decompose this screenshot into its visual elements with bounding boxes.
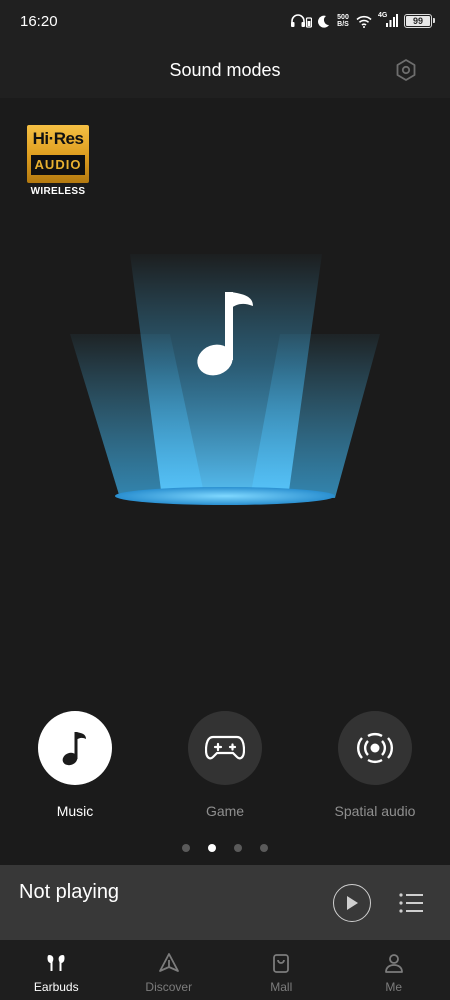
nav-earbuds[interactable]: Earbuds — [0, 940, 113, 1000]
wifi-icon — [356, 15, 372, 28]
nav-mall[interactable]: Mall — [225, 940, 338, 1000]
discover-icon — [158, 953, 179, 972]
playlist-icon — [399, 893, 423, 913]
nav-discover[interactable]: Discover — [113, 940, 226, 1000]
main-content: Hi·Res AUDIO WIRELESS Music Game Spatial… — [0, 98, 450, 865]
battery-level-text: 99 — [412, 16, 423, 26]
header: Sound modes — [0, 42, 450, 98]
headphone-battery-icon — [291, 14, 312, 28]
page-dot[interactable] — [234, 844, 242, 852]
hexagon-settings-icon — [396, 59, 416, 81]
person-icon — [384, 954, 403, 973]
gamepad-icon — [205, 735, 245, 760]
mode-selector: Music Game Spatial audio — [0, 711, 450, 831]
player-status: Not playing — [19, 881, 120, 903]
page-dot[interactable] — [182, 844, 190, 852]
settings-button[interactable] — [394, 58, 418, 82]
battery-icon: 99 — [404, 14, 435, 28]
mode-spatial-audio[interactable]: Spatial audio — [300, 711, 450, 819]
spatial-audio-icon — [357, 733, 393, 763]
signal-icon: 4G — [378, 12, 398, 28]
hires-badge-box: Hi·Res AUDIO — [27, 125, 89, 183]
nav-me[interactable]: Me — [338, 940, 450, 1000]
play-icon — [347, 896, 358, 910]
mode-music-label: Music — [56, 803, 94, 819]
page-dot-active[interactable] — [208, 844, 216, 852]
mode-music[interactable]: Music — [0, 711, 150, 819]
page-indicator — [0, 844, 450, 852]
nav-earbuds-label: Earbuds — [33, 980, 79, 994]
page-dot[interactable] — [260, 844, 268, 852]
mode-spatial-audio-label: Spatial audio — [334, 803, 416, 819]
mode-game[interactable]: Game — [150, 711, 300, 819]
net-speed: 500 B/S — [337, 14, 349, 28]
mini-player[interactable]: Not playing — [0, 865, 450, 940]
nav-mall-label: Mall — [270, 980, 293, 994]
hires-badge-line2: AUDIO — [31, 155, 85, 175]
page-title: Sound modes — [169, 60, 281, 80]
nav-me-label: Me — [385, 980, 403, 994]
hires-badge-line1: Hi·Res — [32, 129, 84, 148]
sound-mode-illustration — [70, 254, 380, 505]
mode-game-label: Game — [205, 803, 245, 819]
mode-spatial-audio-button[interactable] — [338, 711, 412, 785]
playlist-button[interactable] — [398, 890, 424, 916]
status-bar: 16:20 500 B/S 4G 99 — [0, 0, 450, 42]
bottom-nav: Earbuds Discover Mall Me — [0, 940, 450, 1000]
earbuds-icon — [47, 955, 65, 971]
shopping-bag-icon — [273, 954, 290, 973]
hires-badge-line3: WIRELESS — [30, 186, 86, 197]
mode-music-button[interactable] — [38, 711, 112, 785]
beam-base — [115, 487, 335, 505]
music-note-icon — [62, 732, 86, 766]
nav-discover-label: Discover — [145, 980, 193, 994]
mode-game-button[interactable] — [188, 711, 262, 785]
hires-audio-badge: Hi·Res AUDIO WIRELESS — [27, 125, 89, 199]
status-icons: 500 B/S 4G 99 — [290, 12, 435, 30]
status-time: 16:20 — [20, 13, 58, 30]
moon-icon — [318, 15, 329, 28]
play-button[interactable] — [333, 884, 371, 922]
